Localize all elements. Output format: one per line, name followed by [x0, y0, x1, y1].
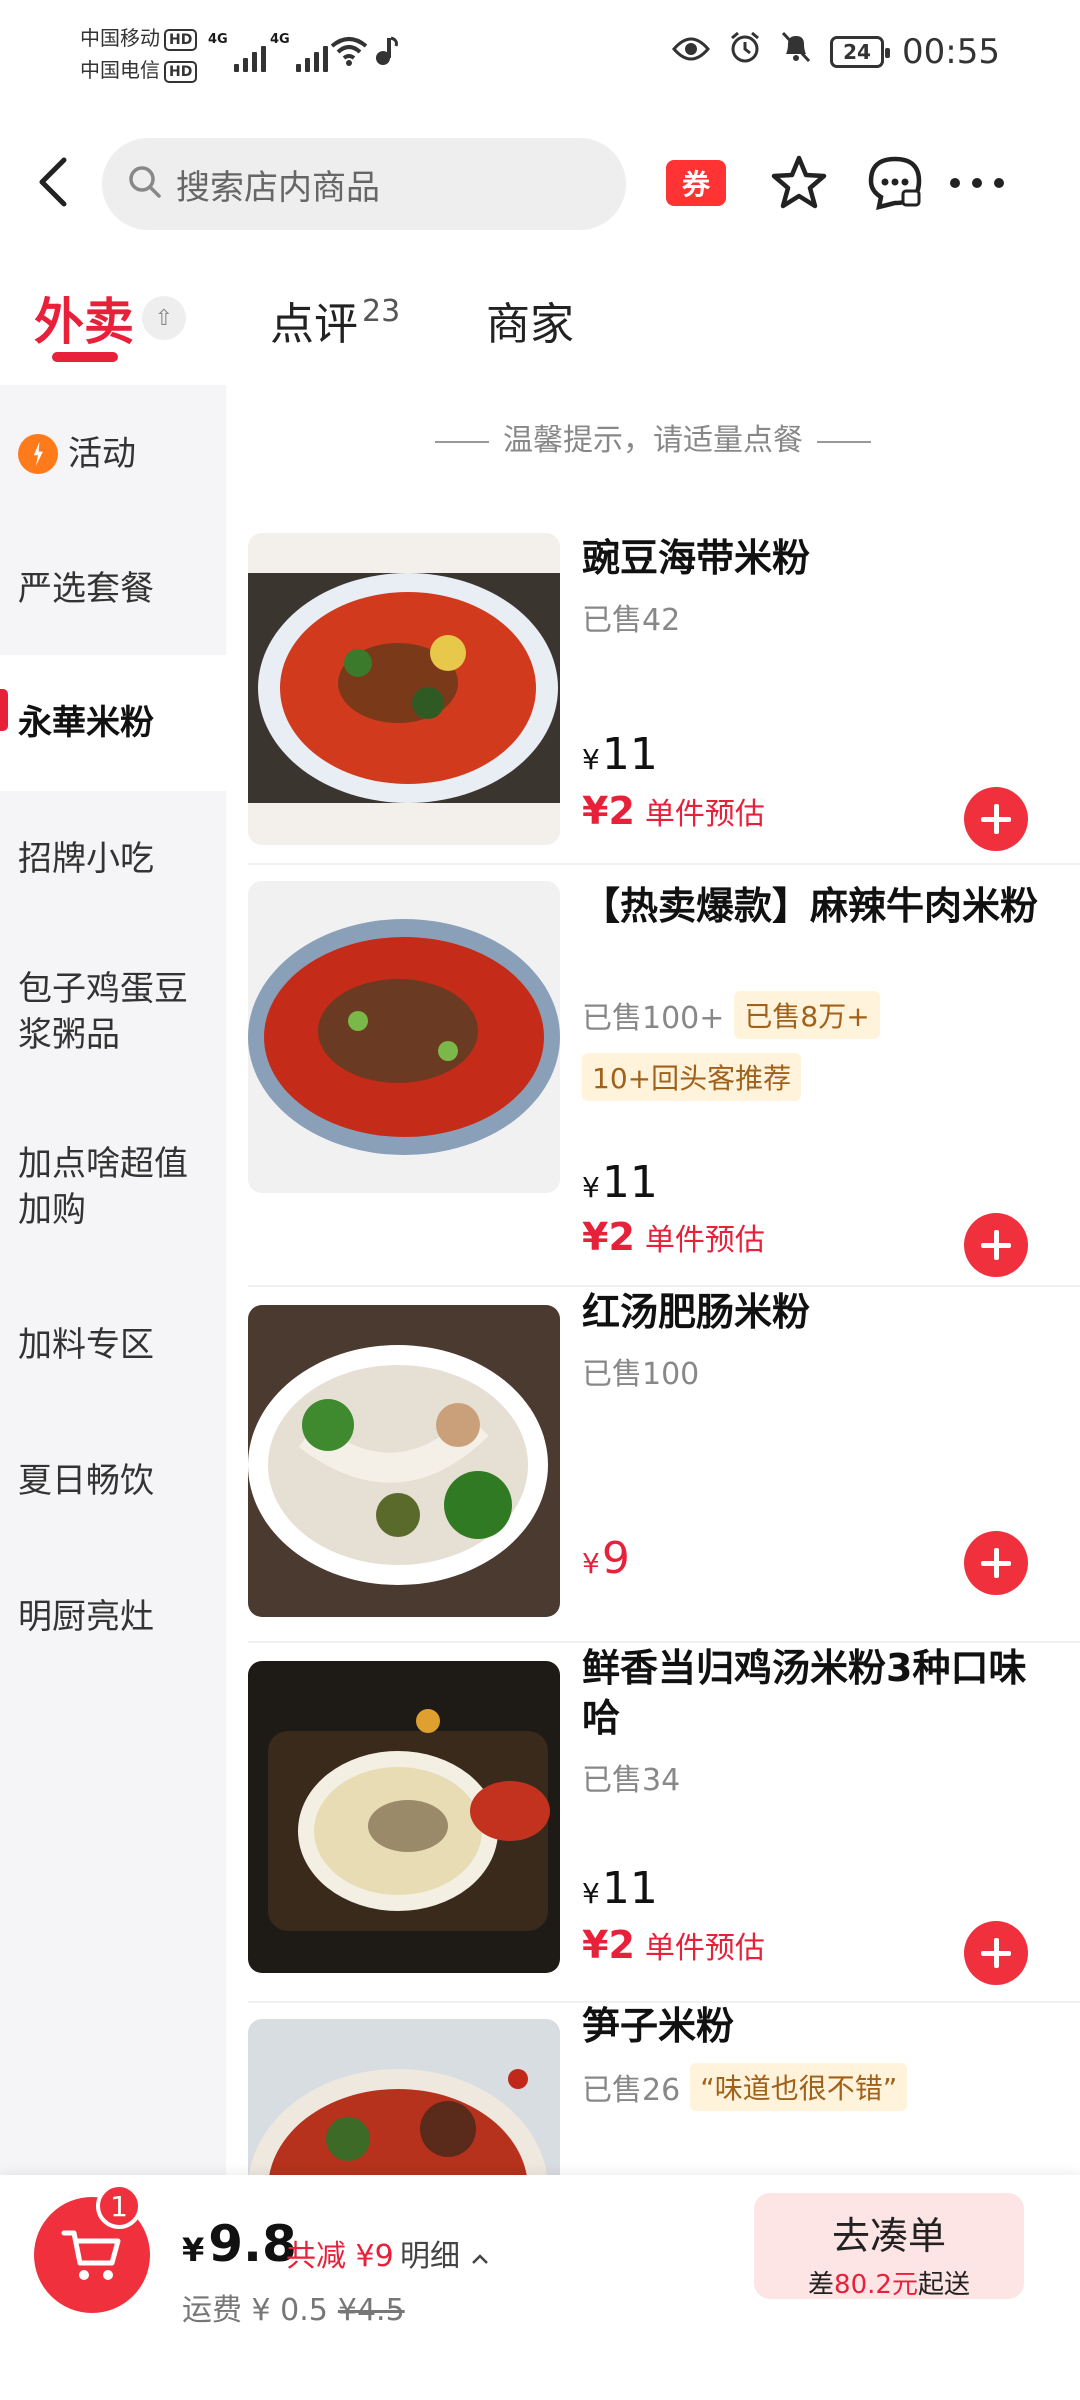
sidebar-item-add-ons[interactable]: 加点啥超值加购 [0, 1097, 226, 1277]
chevron-up-icon [471, 2254, 488, 2264]
tab-bar: 外卖 ⇧ 点评 23 商家 [0, 280, 1080, 380]
tab-takeout[interactable]: 外卖 [34, 282, 134, 354]
search-icon [128, 165, 162, 203]
fold-icon[interactable]: ⇧ [142, 296, 186, 340]
sidebar-item-yonghua-rice-noodle[interactable]: 永華米粉 [0, 655, 226, 791]
search-placeholder: 搜索店内商品 [176, 167, 380, 208]
flame-icon [18, 434, 58, 474]
product-price: ¥11 [582, 729, 658, 780]
estimated-price: ¥2 单件预估 [582, 789, 765, 833]
alarm-icon [728, 30, 762, 73]
product-image[interactable] [248, 1305, 560, 1617]
add-to-cart-button[interactable] [964, 1921, 1028, 1985]
cart-icon [61, 2230, 121, 2280]
signal-icon-1: 4G [208, 32, 266, 72]
store-header: 搜索店内商品 券 [0, 132, 1080, 232]
original-delivery-fee: ¥4.5 [337, 2293, 405, 2328]
product-name: 豌豆海带米粉 [582, 536, 811, 580]
tab-active-indicator [52, 352, 118, 362]
product-image[interactable] [248, 2019, 560, 2175]
add-to-cart-button[interactable] [964, 787, 1028, 851]
music-icon [374, 36, 398, 70]
product-card[interactable]: 豌豆海带米粉 已售42 ¥11 ¥2 单件预估 [226, 533, 1080, 865]
carrier-info: 中国移动 HD 中国电信 HD [80, 22, 198, 86]
product-price: ¥9 [582, 1533, 630, 1584]
product-image[interactable] [248, 533, 560, 845]
product-sold: 已售26 “味道也很不错” [582, 2063, 908, 2111]
product-sold: 已售100+ 已售8万+ [582, 991, 880, 1039]
repeat-customer-tag: 10+回头客推荐 [582, 1053, 802, 1101]
add-to-cart-button[interactable] [964, 1531, 1028, 1595]
more-icon[interactable] [944, 150, 1010, 216]
review-quote-tag: “味道也很不错” [690, 2063, 908, 2111]
product-price: ¥11 [582, 1157, 658, 1208]
hd-badge-1: HD [164, 28, 198, 51]
battery-icon: 24 [830, 35, 891, 68]
signal-icon-2: 4G [270, 32, 328, 72]
product-name: 笋子米粉 [582, 2004, 735, 2048]
cart-bar: 1 ¥9.8 共减 ¥9 明细 运费 ¥ 0.5 ¥4.5 去凑单 差80.2元起… [0, 2175, 1080, 2400]
add-to-cart-button[interactable] [964, 1213, 1028, 1277]
tab-merchant[interactable]: 商家 [486, 288, 574, 352]
sidebar-item-snacks[interactable]: 招牌小吃 [0, 791, 226, 927]
product-name: 红汤肥肠米粉 [582, 1290, 811, 1334]
carrier-2: 中国电信 [80, 58, 160, 82]
estimated-price: ¥2 单件预估 [582, 1215, 765, 1259]
status-bar: 中国移动 HD 中国电信 HD 4G 4G 24 00:55 [0, 0, 1080, 110]
sidebar-filler [0, 1685, 226, 2175]
sidebar-item-activity[interactable]: 活动 [0, 385, 226, 523]
product-card[interactable]: 红汤肥肠米粉 已售100 ¥9 [226, 1287, 1080, 1643]
hd-badge-2: HD [164, 60, 198, 83]
tab-reviews-label: 点评 [270, 299, 358, 350]
product-sold: 已售34 [582, 1763, 681, 1798]
carrier-1: 中国移动 [80, 26, 160, 50]
delivery-fee: 运费 ¥ 0.5 ¥4.5 [182, 2293, 405, 2328]
product-sold: 已售42 [582, 603, 681, 638]
min-order-note: 差80.2元起送 [808, 2270, 970, 2300]
back-arrow-icon[interactable] [34, 152, 84, 212]
eye-icon [672, 32, 710, 72]
mute-icon [780, 30, 812, 73]
cart-discount: 共减 ¥9 [286, 2239, 394, 2274]
sidebar-item-summer-drinks[interactable]: 夏日畅饮 [0, 1413, 226, 1549]
cart-total: ¥9.8 [182, 2215, 297, 2273]
star-icon[interactable] [766, 150, 832, 216]
product-sold: 已售100 [582, 1357, 700, 1392]
clock: 00:55 [902, 31, 1000, 72]
product-price: ¥11 [582, 1863, 658, 1914]
search-input[interactable]: 搜索店内商品 [102, 138, 626, 230]
category-sidebar: 活动 严选套餐 永華米粉 招牌小吃 包子鸡蛋豆浆粥品 加点啥超值加购 加料专区 … [0, 385, 226, 2175]
cart-count-badge: 1 [96, 2183, 142, 2229]
tab-reviews-count: 23 [362, 294, 401, 329]
product-list: 温馨提示，请适量点餐 豌豆海带米粉 已售42 ¥11 ¥2 单件预估 【热卖爆款】… [226, 385, 1080, 2175]
product-image[interactable] [248, 881, 560, 1193]
sidebar-item-buns-porridge[interactable]: 包子鸡蛋豆浆粥品 [0, 927, 226, 1097]
add-more-label: 去凑单 [831, 2214, 946, 2258]
product-name: 【热卖爆款】麻辣牛肉米粉 [582, 884, 1039, 928]
tab-reviews[interactable]: 点评 23 [270, 288, 400, 352]
estimated-price: ¥2 单件预估 [582, 1923, 765, 1967]
coupon-icon[interactable]: 券 [666, 160, 726, 206]
product-card[interactable]: 【热卖爆款】麻辣牛肉米粉 已售100+ 已售8万+ 10+回头客推荐 ¥11 ¥… [226, 863, 1080, 1287]
reminder-tip: 温馨提示，请适量点餐 [226, 415, 1080, 459]
product-image[interactable] [248, 1661, 560, 1973]
wifi-icon [330, 36, 368, 70]
sidebar-item-combo[interactable]: 严选套餐 [0, 523, 226, 655]
product-card[interactable]: 鲜香当归鸡汤米粉3种口味哈 已售34 ¥11 ¥2 单件预估 [226, 1643, 1080, 2003]
add-more-button[interactable]: 去凑单 差80.2元起送 [754, 2193, 1024, 2300]
sidebar-item-open-kitchen[interactable]: 明厨亮灶 [0, 1549, 226, 1685]
sidebar-item-toppings[interactable]: 加料专区 [0, 1277, 226, 1413]
sales-tag: 已售8万+ [734, 991, 880, 1039]
product-tags: 10+回头客推荐 [582, 1053, 802, 1101]
cart-detail-link[interactable]: 明细 [400, 2231, 490, 2275]
product-card[interactable]: 笋子米粉 已售26 “味道也很不错” [226, 2001, 1080, 2175]
chat-icon[interactable] [862, 150, 928, 216]
product-name: 鲜香当归鸡汤米粉3种口味哈 [582, 1646, 1027, 1740]
